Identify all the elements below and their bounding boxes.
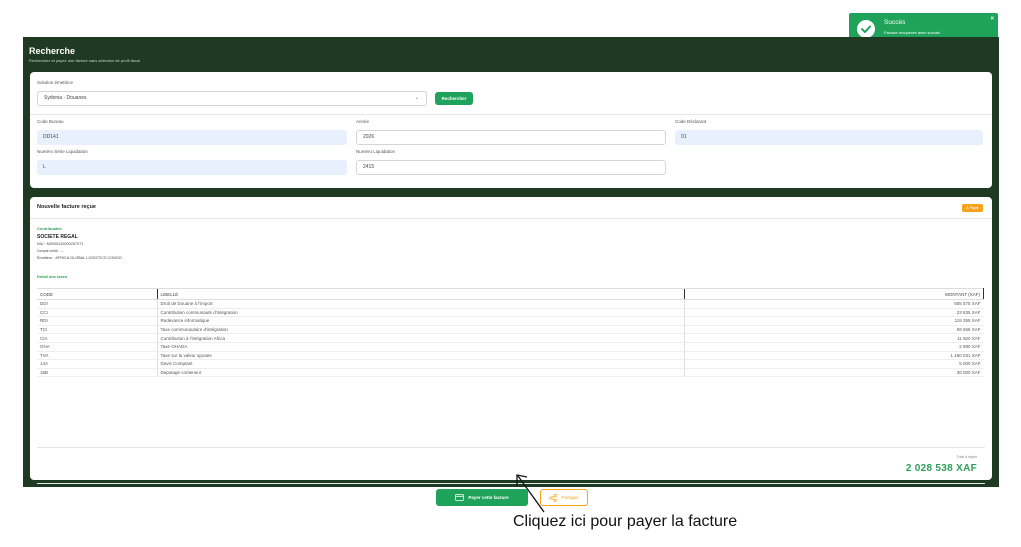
row-libelle: Contribution à l'intégration Africa [156,333,684,343]
table-row: OHA Taxe OHADA 2 980 XAF [37,342,984,352]
invoice-card: Nouvelle facture reçue À Payer Contribua… [30,197,992,506]
row-libelle: Devis Comptant [156,359,684,369]
company-name: SOCIETE REGAL [37,234,78,240]
total-label: Total à régler [956,455,977,459]
row-montant: 23 835 XAF [683,308,984,318]
row-libelle: Taxe communautaire d'intégration [156,325,684,335]
solution-label: Solution émettrice [37,80,74,85]
contribuable-label: Contribuable [37,226,62,231]
check-circle-icon [857,20,875,38]
taxes-table: CODE LIBELLÉ MONTANT (XAF) DDI Droit de D… [37,288,984,378]
row-montant: 2 980 XAF [683,342,984,352]
toast-message: Facture récupérée avec succès [884,30,940,35]
row-code: DDI [37,299,157,309]
row-libelle: Contribution communauté d'intégration [156,308,684,318]
numero-liquidation-label: Numéro Liquidation [356,149,396,154]
page-subtitle: Recherchez et payez une facture sans sél… [29,58,140,63]
compte-text: Compte crédit : --- [37,249,64,253]
divider [37,447,985,448]
solution-select[interactable]: Sydonia - Douanes ⌄ [37,91,427,106]
status-badge: À Payer [962,204,983,212]
share-icon [549,493,558,502]
row-montant: 59 558 XAF [683,325,984,335]
search-card: Solution émettrice Sydonia - Douanes ⌄ R… [30,72,992,188]
divider [30,114,992,115]
annotation-text: Cliquez ici pour payer la facture [513,513,738,530]
row-montant: 11 920 XAF [683,333,984,343]
row-montant: 5 000 XAF [683,359,984,369]
annotation-arrow-icon [516,474,545,513]
column-header-montant: MONTANT (XAF) [683,288,984,300]
toast-title: Succès [884,19,906,26]
row-montant: 119 355 XAF [683,316,984,326]
row-code: RDI [37,316,157,326]
row-code: CIA [37,333,157,343]
table-row: TVA Taxe sur la valeur ajoutée 1 180 031 X… [37,351,984,361]
row-code: TVA [37,351,157,361]
table-row: CIA Contribution à l'intégration Africa 11… [37,333,984,343]
pay-invoice-label: Payer cette facture [468,495,509,500]
table-row: DDI Droit de Douane à l'import 505 575 XAF [37,299,984,309]
numero-serie-input[interactable]: L [37,160,347,175]
annee-label: Année [356,119,370,124]
emetteur-text: Émetteur : AFRICA GLOBAL LOGISTICS CONGO [37,256,122,260]
column-header-libelle: LIBELLÉ [156,288,684,300]
row-code: 16B [37,368,157,378]
divider [30,218,992,219]
table-row: TCI Taxe communautaire d'intégration 59 55… [37,325,984,335]
credit-card-icon [455,494,465,501]
toast-close-icon[interactable]: × [990,16,994,22]
row-code: CCI [37,308,157,318]
row-libelle: Redevance informatique [156,316,684,326]
code-bureau-label: Code Bureau [37,119,64,124]
row-code: OHA [37,342,157,352]
solution-select-value: Sydonia - Douanes [44,95,87,101]
search-button[interactable]: Rechercher [435,92,473,105]
row-montant: 30 000 XAF [683,368,984,378]
niu-text: NIU : M2005110000207071 [37,242,84,246]
row-code: 14A [37,359,157,369]
chevron-down-icon: ⌄ [414,95,419,101]
table-row: 14A Devis Comptant 5 000 XAF [37,359,984,369]
column-header-code: CODE [37,288,157,300]
code-declarant-input[interactable]: 01 [675,130,983,145]
row-montant: 1 180 031 XAF [683,351,984,361]
detail-taxes-label: Détail des taxes [37,274,68,279]
numero-serie-label: Numéro Série Liquidation [37,149,88,154]
row-libelle: Taxe sur la valeur ajoutée [156,351,684,361]
row-libelle: Droit de Douane à l'import [156,299,684,309]
page-title: Recherche [29,46,76,56]
invoice-title: Nouvelle facture reçue [37,204,96,210]
row-code: TCI [37,325,157,335]
code-declarant-label: Code Déclarant [675,119,707,124]
row-libelle: Depotage conteneur [156,368,684,378]
table-row: RDI Redevance informatique 119 355 XAF [37,316,984,326]
table-row: CCI Contribution communauté d'intégration… [37,308,984,318]
code-bureau-input[interactable]: DD141 [37,130,347,145]
row-montant: 505 575 XAF [683,299,984,309]
row-libelle: Taxe OHADA [156,342,684,352]
annee-input[interactable]: 2026 [356,130,666,145]
share-label: Partager [561,495,579,500]
main-panel: Recherche Recherchez et payez une factur… [23,37,999,506]
table-row: 16B Depotage conteneur 30 000 XAF [37,368,984,378]
total-amount: 2 028 538 XAF [905,463,977,474]
numero-liquidation-input[interactable]: 2415 [356,160,666,175]
